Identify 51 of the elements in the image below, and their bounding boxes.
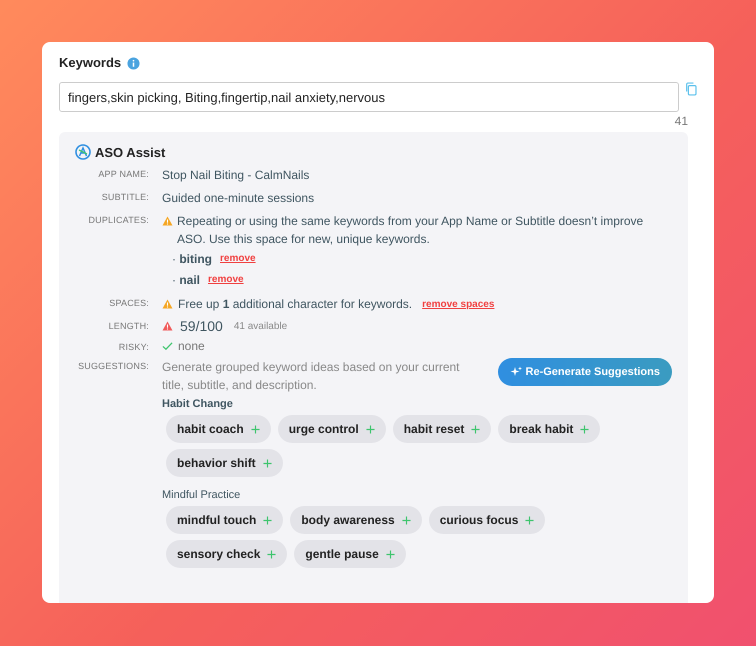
- copy-icon[interactable]: [685, 82, 697, 96]
- keyword-chip[interactable]: body awareness: [290, 506, 422, 534]
- warning-icon: [162, 216, 173, 226]
- available-count: 41 available: [234, 320, 288, 332]
- info-icon[interactable]: [127, 57, 140, 70]
- alert-icon: [162, 321, 173, 331]
- plus-icon: [263, 516, 272, 524]
- keyword-chip[interactable]: urge control: [278, 415, 386, 443]
- keyword-chip[interactable]: habit reset: [392, 415, 492, 443]
- plus-icon: [525, 516, 534, 524]
- keyword-chip[interactable]: gentle pause: [294, 540, 406, 568]
- plus-icon: [580, 424, 590, 434]
- field-label: RISKY:: [118, 341, 149, 352]
- app-name-value: Stop Nail Biting - CalmNails: [162, 167, 310, 184]
- plus-icon: [250, 424, 260, 434]
- plus-icon: [402, 516, 411, 524]
- keyword-chip[interactable]: sensory check: [166, 540, 288, 568]
- length-value: 59/100: [180, 318, 223, 334]
- field-label: LENGTH:: [108, 320, 149, 331]
- plus-icon: [386, 550, 395, 558]
- plus-icon: [262, 458, 272, 468]
- field-label: SPACES:: [108, 297, 149, 308]
- duplicate-keyword: · biting: [172, 252, 212, 266]
- keyword-chip[interactable]: curious focus: [428, 506, 546, 534]
- keywords-input[interactable]: fingers,skin picking, Biting,fingertip,nail anxiety,nervous: [59, 82, 680, 112]
- subtitle-value: Guided one-minute sessions: [162, 190, 314, 207]
- keyword-chip[interactable]: behavior shift: [166, 449, 283, 477]
- assist-title: ASO Assist: [95, 144, 166, 160]
- field-label: SUGGESTIONS:: [77, 360, 149, 371]
- check-icon: [162, 341, 173, 351]
- field-label: DUPLICATES:: [87, 214, 149, 225]
- plus-icon: [366, 424, 375, 434]
- character-count: 41: [674, 114, 688, 128]
- field-label: APP NAME:: [97, 168, 149, 179]
- duplicate-keyword: · nail: [172, 272, 200, 286]
- assist-logo-icon: [75, 144, 91, 160]
- duplicates-message: Repeating or using the same keywords from your App Name or Subtitle doesn’t improve ASO. Use this space for new, unique keywords.: [177, 213, 644, 248]
- suggestions-description: Generate grouped keyword ideas based on your current title, subtitle, and description.: [162, 359, 461, 394]
- group-heading: Habit Change: [162, 398, 234, 410]
- field-label: SUBTITLE:: [100, 191, 149, 202]
- plus-icon: [471, 424, 480, 434]
- keyword-chip[interactable]: mindful touch: [166, 506, 284, 534]
- keywords-label: Keywords: [59, 54, 122, 70]
- keyword-chip[interactable]: habit coach: [166, 415, 271, 443]
- plus-icon: [267, 550, 276, 558]
- group-heading: Mindful Practice: [162, 489, 242, 501]
- risky-value: none: [178, 339, 205, 353]
- spaces-message: Free up 1 additional character for keywords.: [178, 296, 412, 313]
- sparkle-icon: [510, 366, 522, 378]
- warning-icon: [162, 299, 173, 309]
- keyword-chip[interactable]: break habit: [498, 415, 600, 443]
